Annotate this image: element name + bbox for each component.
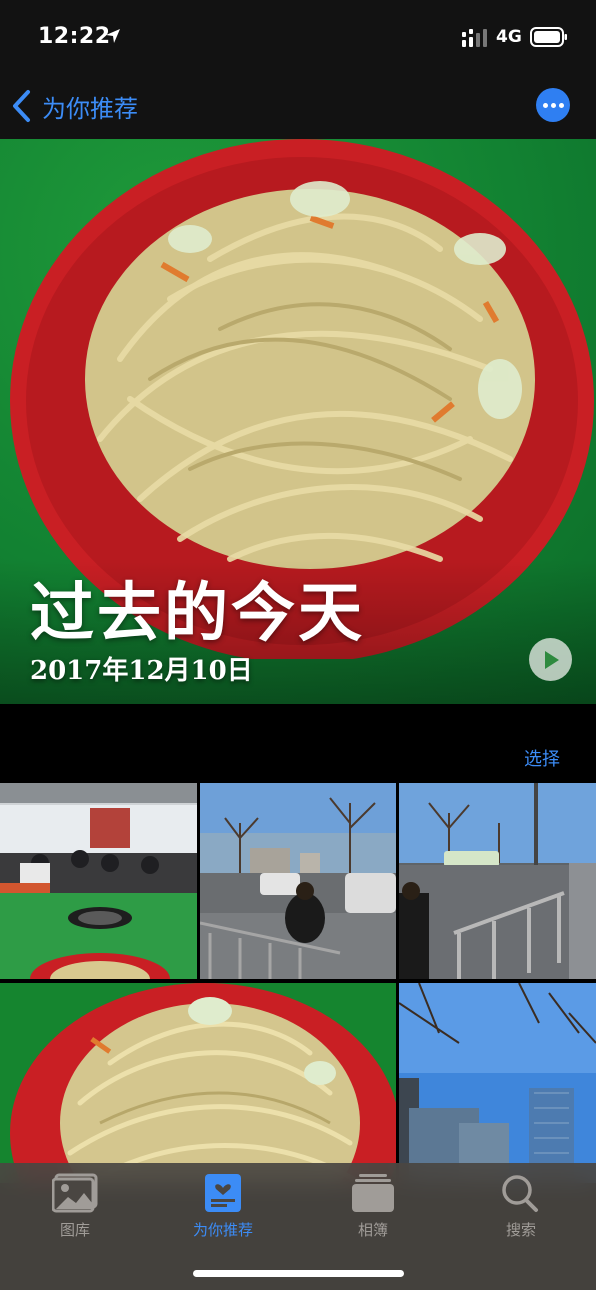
tab-label-for-you: 为你推荐 (192, 1221, 253, 1239)
back-label: 为你推荐 (42, 94, 138, 123)
status-bar: 12:22 4G (0, 0, 596, 76)
ellipsis-icon[interactable] (536, 88, 570, 122)
for-you-icon (205, 1174, 241, 1212)
tab-label-search: 搜索 (505, 1221, 536, 1239)
cafeteria-photo[interactable] (0, 783, 197, 979)
memory-title: 过去的今天 (30, 577, 365, 651)
tab-library[interactable]: 图库 (20, 1173, 130, 1243)
photo-grid (0, 783, 596, 1183)
location-arrow-icon (106, 29, 120, 43)
noodles-photo[interactable] (0, 983, 396, 1183)
play-icon[interactable] (529, 638, 572, 681)
tab-albums[interactable]: 相簿 (318, 1173, 428, 1243)
battery-icon (530, 27, 567, 47)
nav-bar: 为你推荐 (0, 76, 596, 139)
street-photo-2[interactable] (399, 783, 596, 979)
select-button[interactable]: 选择 (524, 745, 560, 771)
memory-date: 2017年12月10日 (30, 656, 253, 686)
home-indicator[interactable] (193, 1270, 404, 1277)
tab-label-library: 图库 (59, 1221, 90, 1239)
search-icon (502, 1175, 538, 1212)
signal-icon (462, 29, 487, 47)
albums-icon (352, 1174, 394, 1212)
network-label: 4G (496, 27, 522, 47)
tab-search[interactable]: 搜索 (466, 1173, 576, 1243)
photos-icon (52, 1173, 98, 1213)
street-photo-1[interactable] (200, 783, 396, 979)
tab-label-albums: 相簿 (357, 1221, 388, 1239)
buildings-photo[interactable] (399, 983, 596, 1183)
status-time: 12:22 (38, 24, 111, 49)
chevron-left-icon (13, 90, 30, 122)
tab-for-you[interactable]: 为你推荐 (168, 1173, 278, 1243)
back-button[interactable]: 为你推荐 (10, 86, 138, 126)
